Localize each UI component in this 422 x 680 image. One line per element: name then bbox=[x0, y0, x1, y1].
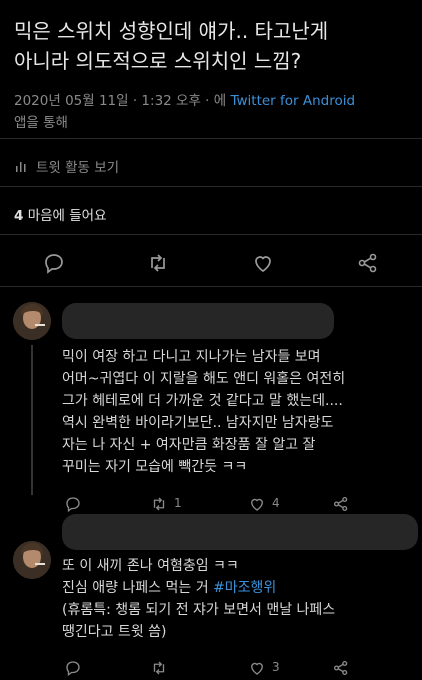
retweet-count: 1 bbox=[174, 496, 182, 510]
avatar[interactable] bbox=[13, 541, 51, 579]
like-count: 3 bbox=[272, 660, 280, 674]
reply-icon[interactable] bbox=[64, 659, 82, 677]
reply-2-line-3: (휴롬특: 챙롬 되기 전 쟈가 보면서 맨날 나페스 bbox=[62, 602, 336, 618]
likes-count: 4 bbox=[14, 208, 24, 224]
reply-1-line-3: 그가 헤테로에 더 가까운 것 같다고 말 했는데.... bbox=[62, 393, 343, 409]
heart-icon[interactable] bbox=[248, 659, 266, 677]
reply-1-action-bar: 1 4 bbox=[0, 493, 422, 515]
divider bbox=[0, 234, 422, 235]
thread-line bbox=[31, 345, 33, 495]
hashtag-link[interactable]: #마조행위 bbox=[213, 580, 276, 596]
tweet-action-bar bbox=[0, 243, 422, 283]
reply-2-action-bar: 3 bbox=[0, 657, 422, 679]
like-count: 4 bbox=[272, 496, 280, 510]
reply-1-line-1: 믹이 여장 하고 다니고 지나가는 남자들 보며 bbox=[62, 349, 321, 365]
divider bbox=[0, 138, 422, 139]
avatar-image bbox=[13, 541, 51, 579]
retweet-icon[interactable] bbox=[150, 495, 168, 513]
reply-1-line-6: 꾸미는 자기 모습에 빽간듯 ㅋㅋ bbox=[62, 459, 248, 475]
avatar[interactable] bbox=[13, 302, 51, 340]
tweet-text: 믹은 스위치 성향인데 얘가.. 타고난게 아니라 의도적으로 스위치인 느낌? bbox=[14, 16, 414, 76]
activity-label: 트윗 활동 보기 bbox=[36, 160, 120, 176]
reply-2-line-2: 진심 애량 나페스 먹는 거 #마조행위 bbox=[62, 577, 417, 599]
reply-1-line-4: 역시 완벽한 바이라기보단.. 남자지만 남자랑도 bbox=[62, 415, 334, 431]
reply-1-text: 믹이 여장 하고 다니고 지나가는 남자들 보며 어머~귀엽다 이 지랄을 해도… bbox=[62, 346, 417, 478]
likes-summary[interactable]: 4 마음에 들어요 bbox=[14, 204, 107, 224]
tweet-text-line-1: 믹은 스위치 성향인데 얘가.. 타고난게 bbox=[14, 19, 329, 43]
bar-chart-icon bbox=[16, 162, 26, 172]
tweet-meta: 2020년 05월 11일 · 1:32 오후 · 에 Twitter for … bbox=[14, 90, 414, 134]
redacted-username bbox=[62, 303, 334, 339]
likes-label: 마음에 들어요 bbox=[27, 208, 107, 224]
tweet-text-line-2: 아니라 의도적으로 스위치인 느낌? bbox=[14, 49, 302, 73]
reply-2-line-1: 또 이 새끼 존나 여혐충임 ㅋㅋ bbox=[62, 558, 239, 574]
reply-1-line-5: 자는 나 자신 + 여자만큼 화장품 잘 알고 잘 bbox=[62, 437, 316, 453]
tweet-activity-link[interactable]: 트윗 활동 보기 bbox=[14, 156, 119, 176]
redacted-username bbox=[62, 514, 418, 550]
tweet-source-link[interactable]: Twitter for Android bbox=[230, 93, 355, 109]
retweet-icon[interactable] bbox=[150, 659, 168, 677]
share-icon[interactable] bbox=[332, 495, 350, 513]
avatar-image bbox=[13, 302, 51, 340]
tweet-source-suffix: 앱을 통해 bbox=[14, 115, 68, 131]
tweet-timestamp: 2020년 05월 11일 · 1:32 오후 · 에 bbox=[14, 93, 227, 109]
reply-2-line-2-text: 진심 애량 나페스 먹는 거 bbox=[62, 580, 214, 596]
reply-icon[interactable] bbox=[42, 251, 66, 275]
share-icon[interactable] bbox=[332, 659, 350, 677]
heart-icon[interactable] bbox=[251, 251, 275, 275]
reply-1-line-2: 어머~귀엽다 이 지랄을 해도 앤디 워홀은 여전히 bbox=[62, 371, 346, 387]
share-icon[interactable] bbox=[356, 251, 380, 275]
divider bbox=[0, 286, 422, 287]
reply-2-text: 또 이 새끼 존나 여혐충임 ㅋㅋ 진심 애량 나페스 먹는 거 #마조행위 (… bbox=[62, 555, 417, 643]
reply-2-line-4: 땡긴다고 트윗 씀) bbox=[62, 624, 167, 640]
heart-icon[interactable] bbox=[248, 495, 266, 513]
retweet-icon[interactable] bbox=[146, 251, 170, 275]
reply-icon[interactable] bbox=[64, 495, 82, 513]
divider bbox=[0, 186, 422, 187]
